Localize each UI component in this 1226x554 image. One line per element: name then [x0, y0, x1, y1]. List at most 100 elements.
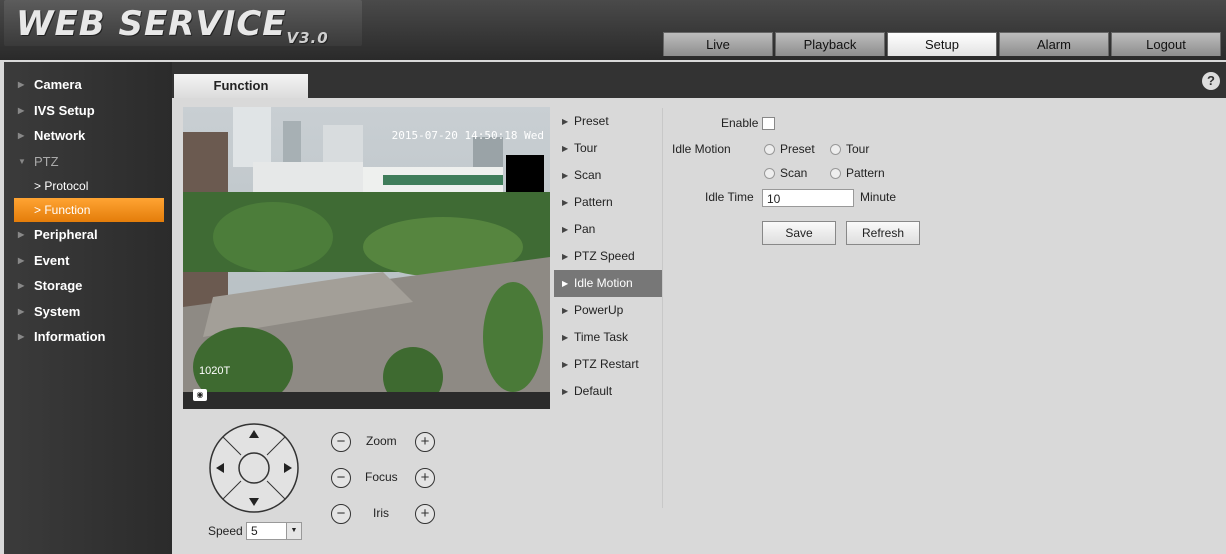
speed-value: 5	[251, 524, 258, 538]
triangle-right-icon: ▶	[562, 333, 569, 342]
menu-label: Preset	[574, 114, 609, 128]
tab-logout[interactable]: Logout	[1111, 32, 1221, 56]
chevron-right-icon: >	[34, 203, 45, 217]
nav-peripheral[interactable]: ▶ Peripheral	[4, 222, 172, 248]
radio-icon	[764, 144, 775, 156]
left-nav: ▶ Camera ▶ IVS Setup ▶ Network ▼ PTZ > Proto…	[4, 62, 172, 554]
menu-label: PTZ Restart	[574, 357, 639, 371]
focus-plus-button[interactable]: +	[415, 468, 435, 488]
menu-label: PTZ Speed	[574, 249, 635, 263]
content-area: Function ? 2015-07-20 14:50:18 Wed 1020T…	[172, 62, 1226, 554]
logo-version: V3.0	[286, 28, 329, 47]
chevron-right-icon: ▶	[18, 230, 25, 239]
chevron-right-icon: >	[34, 179, 45, 193]
menu-item-default[interactable]: ▶ Default	[554, 378, 662, 405]
menu-item-powerup[interactable]: ▶ PowerUp	[554, 297, 662, 324]
triangle-right-icon: ▶	[562, 360, 569, 369]
nav-sub-function[interactable]: > Function	[14, 198, 164, 222]
nav-label: PTZ	[34, 153, 59, 169]
menu-item-pan[interactable]: ▶ Pan	[554, 216, 662, 243]
tab-live[interactable]: Live	[663, 32, 773, 56]
nav-sub-protocol[interactable]: > Protocol	[4, 174, 172, 198]
menu-item-preset[interactable]: ▶ Preset	[554, 108, 662, 135]
idle-time-label: Idle Time	[705, 190, 754, 204]
nav-label: IVS Setup	[34, 102, 95, 118]
menu-item-ptz-restart[interactable]: ▶ PTZ Restart	[554, 351, 662, 378]
logo: WEB SERVICEV3.0	[4, 0, 362, 47]
speed-select[interactable]: 5 ▼	[246, 522, 302, 540]
nav-sub-label: Protocol	[44, 179, 89, 193]
nav-ptz[interactable]: ▼ PTZ	[4, 149, 172, 175]
nav-label: System	[34, 303, 81, 319]
chevron-right-icon: ▶	[18, 105, 25, 115]
triangle-right-icon: ▶	[562, 198, 569, 207]
tab-playback[interactable]: Playback	[775, 32, 885, 56]
iris-minus-button[interactable]: −	[331, 504, 351, 524]
chevron-right-icon: ▶	[18, 306, 25, 316]
idle-time-input[interactable]: 10	[762, 189, 854, 207]
triangle-right-icon: ▶	[562, 279, 569, 288]
menu-label: Time Task	[574, 330, 629, 344]
menu-item-pattern[interactable]: ▶ Pattern	[554, 189, 662, 216]
focus-minus-button[interactable]: −	[331, 468, 351, 488]
menu-label: Tour	[574, 141, 598, 155]
top-bar: WEB SERVICEV3.0 Live Playback Setup Alar…	[0, 0, 1226, 60]
nav-label: Camera	[34, 77, 82, 92]
tab-setup[interactable]: Setup	[887, 32, 997, 56]
nav-system[interactable]: ▶ System	[4, 299, 172, 325]
radio-scan[interactable]: Scan	[764, 166, 807, 180]
nav-camera[interactable]: ▶ Camera	[4, 72, 172, 98]
video-timestamp: 2015-07-20 14:50:18 Wed	[391, 129, 544, 142]
chevron-down-icon: ▼	[286, 523, 301, 539]
help-icon[interactable]: ?	[1202, 72, 1220, 90]
radio-pattern[interactable]: Pattern	[830, 166, 885, 180]
tab-function[interactable]: Function	[174, 74, 308, 98]
logo-text: WEB SERVICE	[16, 4, 287, 44]
menu-label: Default	[574, 384, 613, 398]
triangle-right-icon: ▶	[562, 144, 569, 153]
triangle-right-icon: ▶	[562, 225, 569, 234]
triangle-right-icon: ▶	[562, 306, 569, 315]
nav-information[interactable]: ▶ Information	[4, 324, 172, 350]
menu-label: Pattern	[574, 195, 613, 209]
triangle-right-icon: ▶	[562, 171, 569, 180]
enable-checkbox[interactable]	[761, 117, 775, 131]
nav-event[interactable]: ▶ Event	[4, 248, 172, 274]
chevron-right-icon: ▶	[18, 80, 25, 89]
iris-label: Iris	[373, 506, 389, 520]
camera-snapshot-icon[interactable]: ◉	[193, 389, 207, 401]
menu-item-ptz-speed[interactable]: ▶ PTZ Speed	[554, 243, 662, 270]
radio-label: Tour	[846, 142, 870, 156]
nav-label: Network	[34, 128, 86, 143]
menu-item-idle-motion[interactable]: ▶ Idle Motion	[554, 270, 662, 297]
nav-ivs-setup[interactable]: ▶ IVS Setup	[4, 98, 172, 124]
ptz-direction-pad[interactable]	[208, 422, 300, 514]
privacy-mask	[506, 155, 544, 192]
content-header: Function ?	[172, 62, 1226, 98]
menu-item-scan[interactable]: ▶ Scan	[554, 162, 662, 189]
radio-preset[interactable]: Preset	[764, 142, 815, 156]
video-frame	[183, 107, 550, 409]
radio-label: Scan	[780, 166, 808, 180]
nav-label: Storage	[34, 278, 83, 293]
iris-plus-button[interactable]: +	[415, 504, 435, 524]
speed-label: Speed	[208, 524, 243, 538]
zoom-plus-button[interactable]: +	[415, 432, 435, 452]
tab-alarm[interactable]: Alarm	[999, 32, 1109, 56]
video-preview[interactable]: 2015-07-20 14:50:18 Wed 1020T ◉	[183, 107, 550, 409]
radio-icon	[764, 168, 775, 180]
save-button[interactable]: Save	[762, 221, 836, 245]
chevron-right-icon: ▶	[18, 131, 25, 140]
channel-name: 1020T	[199, 365, 231, 377]
nav-network[interactable]: ▶ Network	[4, 123, 172, 149]
triangle-right-icon: ▶	[562, 252, 569, 261]
chevron-right-icon: ▶	[18, 281, 25, 290]
menu-label: PowerUp	[574, 303, 624, 317]
zoom-minus-button[interactable]: −	[331, 432, 351, 452]
nav-storage[interactable]: ▶ Storage	[4, 273, 172, 299]
refresh-button[interactable]: Refresh	[846, 221, 920, 245]
menu-label: Pan	[574, 222, 596, 236]
radio-tour[interactable]: Tour	[830, 142, 869, 156]
menu-item-tour[interactable]: ▶ Tour	[554, 135, 662, 162]
menu-item-time-task[interactable]: ▶ Time Task	[554, 324, 662, 351]
